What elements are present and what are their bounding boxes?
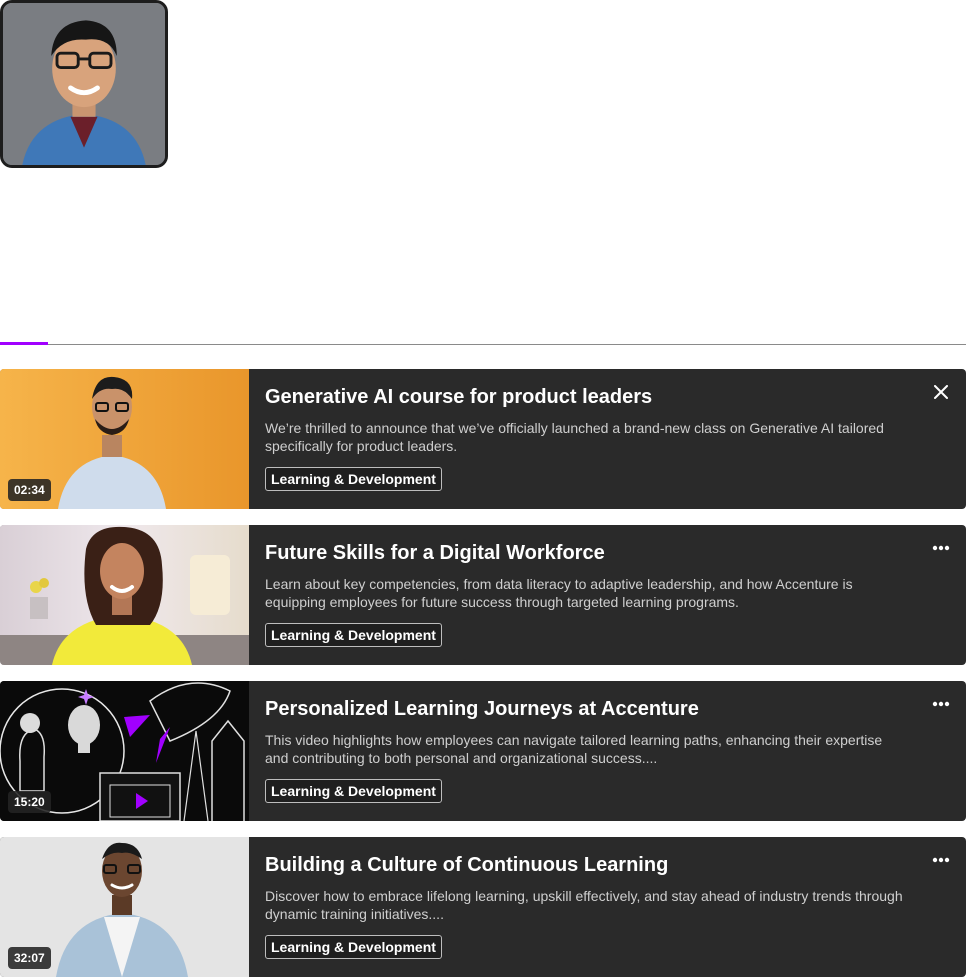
more-options-button[interactable] — [930, 693, 952, 715]
more-options-icon — [932, 857, 950, 863]
more-options-icon — [932, 701, 950, 707]
progress-track — [0, 344, 966, 345]
card-description: We’re thrilled to announce that we’ve of… — [265, 420, 884, 454]
video-thumbnail[interactable]: 02:34 — [0, 369, 249, 509]
video-duration: 15:20 — [8, 791, 51, 813]
close-icon — [934, 385, 948, 399]
category-tag[interactable]: Learning & Development — [265, 623, 442, 647]
video-card[interactable]: 15:20 Personalized Learning Journeys at … — [0, 681, 966, 821]
more-options-button[interactable] — [930, 849, 952, 871]
video-thumbnail[interactable]: 15:20 — [0, 681, 249, 821]
card-description: This video highlights how employees can … — [265, 732, 883, 766]
category-tag[interactable]: Learning & Development — [265, 779, 442, 803]
card-description: Learn about key competencies, from data … — [265, 576, 853, 610]
profile-avatar[interactable] — [0, 0, 168, 168]
card-title[interactable]: Building a Culture of Continuous Learnin… — [265, 853, 905, 877]
more-options-button[interactable] — [930, 537, 952, 559]
video-card[interactable]: Future Skills for a Digital Workforce Le… — [0, 525, 966, 665]
card-title[interactable]: Generative AI course for product leaders — [265, 385, 905, 409]
video-thumbnail[interactable]: 32:07 — [0, 837, 249, 977]
video-card[interactable]: 02:34 Generative AI course for product l… — [0, 369, 966, 509]
category-tag[interactable]: Learning & Development — [265, 467, 442, 491]
card-description: Discover how to embrace lifelong learnin… — [265, 888, 903, 922]
card-title[interactable]: Personalized Learning Journeys at Accent… — [265, 697, 905, 721]
video-thumbnail[interactable] — [0, 525, 249, 665]
video-duration: 32:07 — [8, 947, 51, 969]
more-options-icon — [932, 545, 950, 551]
thumbnail-image — [0, 525, 249, 665]
video-duration: 02:34 — [8, 479, 51, 501]
avatar-photo — [3, 3, 165, 165]
category-tag[interactable]: Learning & Development — [265, 935, 442, 959]
progress-fill — [0, 342, 49, 345]
close-button[interactable] — [930, 381, 952, 403]
video-card[interactable]: 32:07 Building a Culture of Continuous L… — [0, 837, 966, 977]
card-title[interactable]: Future Skills for a Digital Workforce — [265, 541, 905, 565]
